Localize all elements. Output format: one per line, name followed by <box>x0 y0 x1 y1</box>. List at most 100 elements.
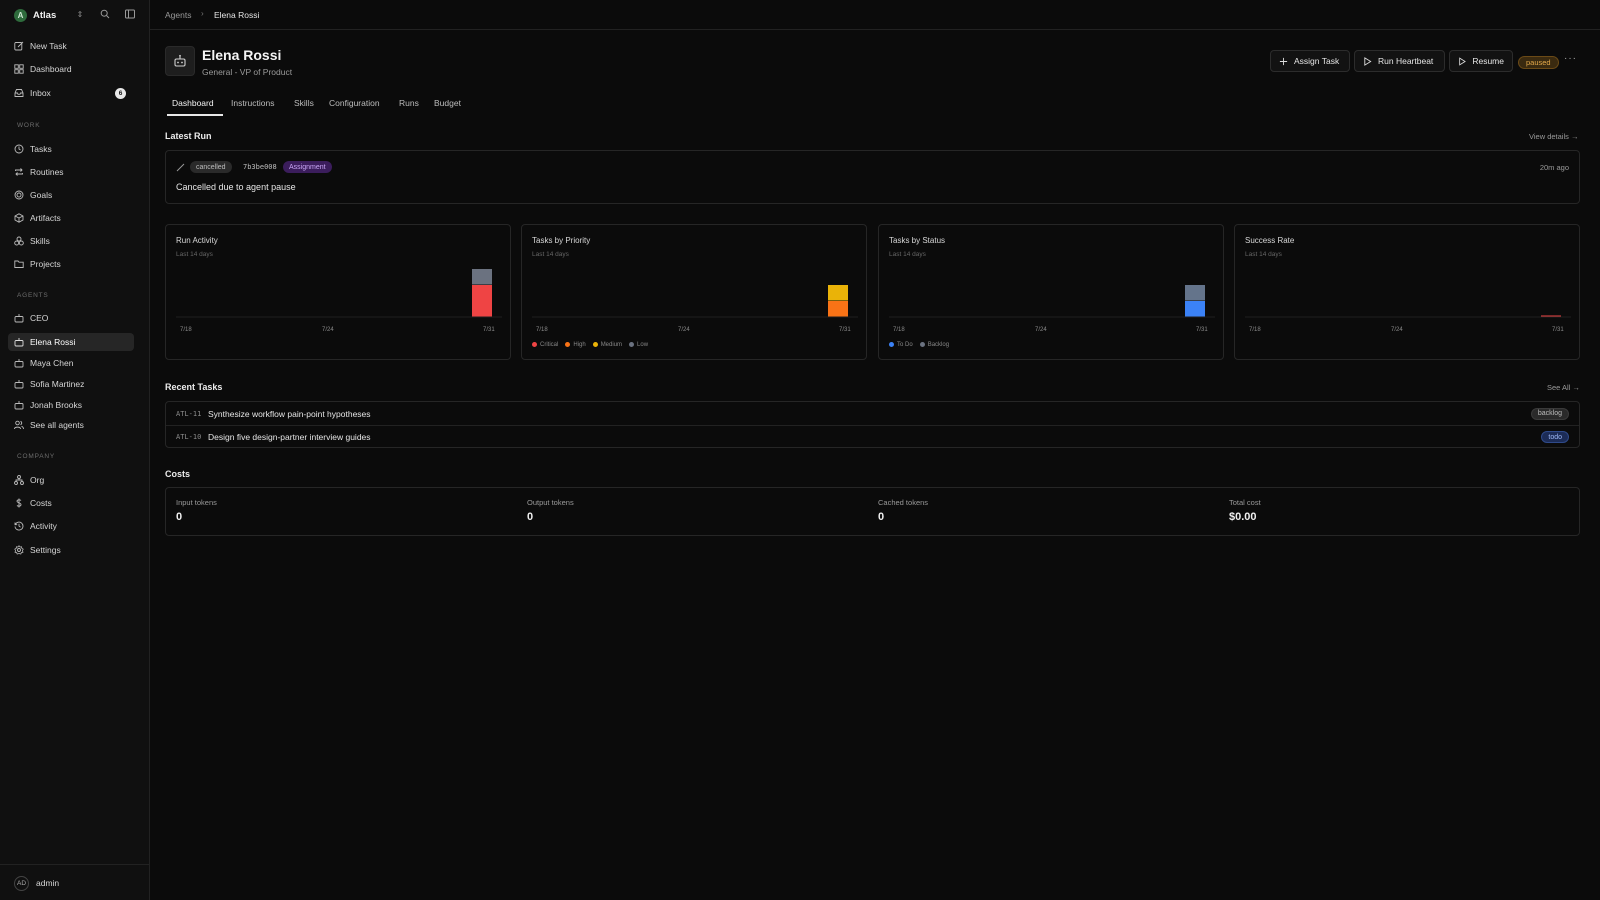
sidebar-item-projects[interactable]: Projects <box>8 255 134 273</box>
chart-tick-label: 7/31 <box>483 327 495 333</box>
tab-instructions[interactable]: Instructions <box>231 98 274 115</box>
sidebar-item-label: Inbox <box>30 88 51 98</box>
table-row[interactable]: ATL-11 Synthesize workflow pain-point hy… <box>166 402 1579 425</box>
sidebar-item-label: See all agents <box>30 420 84 430</box>
bot-icon <box>14 338 24 347</box>
view-details-link[interactable]: View details → <box>1529 132 1578 141</box>
repeat-icon <box>15 168 23 176</box>
chart-tick-label: 7/24 <box>1391 327 1403 333</box>
sidebar-item-see-all-agents[interactable]: See all agents <box>8 416 134 434</box>
table-row[interactable]: ATL-10 Design five design-partner interv… <box>166 425 1579 448</box>
sidebar-item-skills[interactable]: Skills <box>8 232 134 250</box>
cost-cached-tokens: Cached tokens 0 <box>878 498 928 523</box>
agent-bot-icon <box>165 46 195 76</box>
legend-label: Critical <box>540 342 559 349</box>
assign-task-button[interactable]: Assign Task <box>1270 50 1350 72</box>
legend-item: Low <box>629 342 648 348</box>
sidebar-item-routines[interactable]: Routines <box>8 163 134 181</box>
tab-budget[interactable]: Budget <box>434 98 461 115</box>
run-status-badge: cancelled <box>190 161 232 173</box>
legend-dot <box>889 342 894 347</box>
folder-icon <box>14 260 24 268</box>
chart-tick-label: 7/18 <box>536 327 548 333</box>
run-tag-badge: Assignment <box>283 161 332 173</box>
breadcrumb-agents-link[interactable]: Agents <box>165 10 191 20</box>
tab-runs[interactable]: Runs <box>399 98 419 115</box>
tab-dashboard[interactable]: Dashboard <box>172 98 214 115</box>
cost-input-tokens: Input tokens 0 <box>176 498 217 523</box>
sidebar-item-goals[interactable]: Goals <box>8 186 134 204</box>
run-heartbeat-button[interactable]: Run Heartbeat <box>1354 50 1445 72</box>
legend-item: High <box>565 342 586 349</box>
org-icon <box>14 475 24 485</box>
sidebar-item-activity[interactable]: Activity <box>8 517 134 535</box>
avatar: AD <box>14 876 29 891</box>
sidebar-item-artifacts[interactable]: Artifacts <box>8 209 134 227</box>
sidebar-item-costs[interactable]: Costs <box>8 494 134 512</box>
see-all-link[interactable]: See All → <box>1547 383 1580 392</box>
workspace-switcher[interactable]: A Atlas <box>14 8 56 22</box>
sidebar-item-label: Projects <box>30 259 61 269</box>
chart-tick-label: 7/18 <box>180 327 192 333</box>
bot-icon <box>14 359 24 368</box>
sidebar-toggle-icon[interactable] <box>123 7 137 21</box>
chart-tick-label: 7/31 <box>1552 327 1564 333</box>
history-icon <box>14 521 24 531</box>
chart-bar <box>472 285 492 317</box>
run-heartbeat-label: Run Heartbeat <box>1378 56 1434 66</box>
page-title: Elena Rossi <box>202 47 282 63</box>
tab-configuration[interactable]: Configuration <box>329 98 380 115</box>
sidebar-item-agent-jonah-brooks[interactable]: Jonah Brooks <box>8 396 134 414</box>
chart-tick-label: 7/18 <box>1249 327 1261 333</box>
tab-skills[interactable]: Skills <box>294 98 314 115</box>
sidebar-item-new-task[interactable]: New Task <box>8 37 134 55</box>
sidebar-item-label: Costs <box>30 498 52 508</box>
search-icon[interactable] <box>98 7 112 21</box>
section-label-work: WORK <box>17 122 41 129</box>
chart-bar <box>1185 301 1205 317</box>
plus-icon <box>1279 57 1288 65</box>
workspace-name: Atlas <box>33 9 57 21</box>
chart-card: Success Rate Last 14 days 7/18 7/24 7/31 <box>1234 224 1580 360</box>
breadcrumb-separator: › <box>201 9 204 18</box>
active-tab-indicator <box>167 114 223 116</box>
sidebar-item-inbox[interactable]: Inbox 6 <box>8 84 134 102</box>
sidebar-item-label: Elena Rossi <box>30 337 76 347</box>
latest-run-card[interactable]: cancelled 7b3be008 Assignment 20m ago Ca… <box>165 150 1580 204</box>
sidebar: A Atlas ⇕ New Task Dashboard Inbox 6 WOR… <box>0 0 150 900</box>
recent-tasks-list: ATL-11 Synthesize workflow pain-point hy… <box>165 401 1580 448</box>
task-id: ATL-10 <box>176 433 202 441</box>
sidebar-item-label: Tasks <box>30 144 52 154</box>
sidebar-item-dashboard[interactable]: Dashboard <box>8 60 134 78</box>
sidebar-item-agent-sofia-martinez[interactable]: Sofia Martinez <box>8 375 134 393</box>
sidebar-item-agent-maya-chen[interactable]: Maya Chen <box>8 354 134 372</box>
sidebar-item-agent-elena-rossi[interactable]: Elena Rossi <box>8 333 134 351</box>
sidebar-item-label: Artifacts <box>30 213 61 223</box>
sidebar-item-org[interactable]: Org <box>8 471 134 489</box>
chart-bar <box>1185 285 1205 301</box>
sidebar-item-tasks[interactable]: Tasks <box>8 140 134 158</box>
resume-label: Resume <box>1472 56 1504 66</box>
legend-label: To Do <box>897 342 913 349</box>
inbox-count-badge: 6 <box>115 88 126 99</box>
chart-bar <box>828 285 848 301</box>
legend-label: Low <box>637 342 649 349</box>
chart-card: Run Activity Last 14 days 7/18 7/24 7/31 <box>165 224 511 360</box>
legend-label: High <box>573 342 586 349</box>
play-icon <box>1459 56 1466 66</box>
resume-button[interactable]: Resume <box>1449 50 1513 72</box>
target-icon <box>14 190 24 200</box>
chevron-up-down-icon[interactable]: ⇕ <box>75 7 85 21</box>
user-menu[interactable]: AD admin <box>0 864 150 900</box>
latest-run-title: Latest Run <box>165 131 212 141</box>
legend-item: Critical <box>532 342 558 348</box>
chart-legend: To Do Backlog <box>889 342 949 348</box>
shapes-icon <box>14 236 24 246</box>
sidebar-item-agent-ceo[interactable]: CEO <box>8 309 134 327</box>
more-options-icon[interactable]: ··· <box>1564 53 1577 64</box>
legend-label: Medium <box>600 342 623 349</box>
task-title: Synthesize workflow pain-point hypothese… <box>208 408 371 419</box>
sidebar-item-settings[interactable]: Settings <box>8 541 134 559</box>
sidebar-item-label: Jonah Brooks <box>30 400 82 410</box>
sidebar-item-label: CEO <box>30 313 49 323</box>
